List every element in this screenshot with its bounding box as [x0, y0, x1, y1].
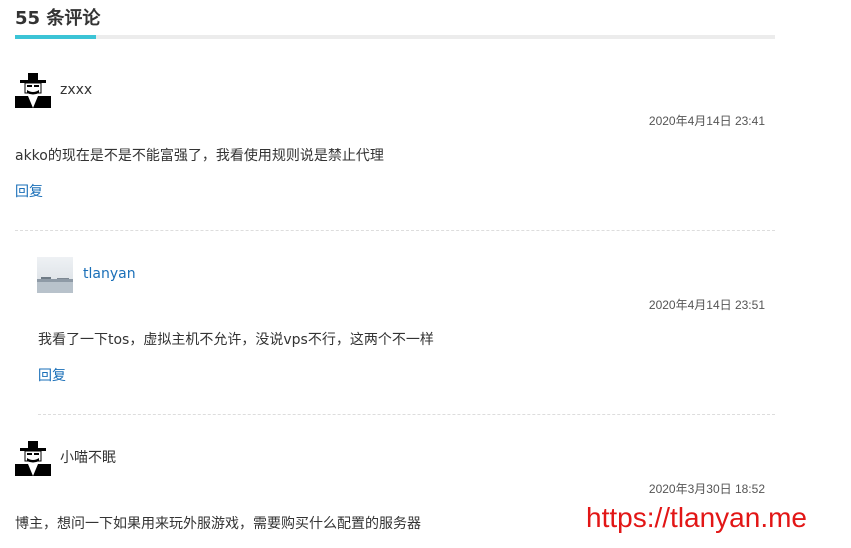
comment-author[interactable]: zxxx [60, 80, 92, 100]
comment-timestamp[interactable]: 2020年3月30日 18:52 [649, 481, 765, 497]
comment-text: 我看了一下tos，虚拟主机不允许，没说vps不行，这两个不一样 [38, 332, 434, 348]
comment-text: akko的现在是不是不能富强了，我看使用规则说是禁止代理 [15, 148, 384, 164]
comments-count-title: 55 条评论 [15, 8, 101, 29]
comment-author-link[interactable]: tlanyan [83, 264, 136, 284]
comment-timestamp[interactable]: 2020年4月14日 23:41 [649, 113, 765, 129]
comment-timestamp[interactable]: 2020年4月14日 23:51 [649, 297, 765, 313]
avatar[interactable] [15, 72, 51, 108]
title-accent-bar [15, 35, 96, 39]
hat-man-avatar-icon [15, 72, 51, 108]
landscape-photo-avatar-icon [37, 257, 73, 293]
avatar[interactable] [15, 440, 51, 476]
comment-author[interactable]: 小喵不眠 [60, 448, 116, 468]
site-url-watermark: https://tlanyan.me [586, 502, 808, 533]
comment-text: 博主，想问一下如果用来玩外服游戏，需要购买什么配置的服务器 [15, 516, 421, 532]
reply-link[interactable]: 回复 [15, 182, 43, 202]
comment-divider [38, 414, 775, 415]
hat-man-avatar-icon [15, 440, 51, 476]
avatar[interactable] [37, 257, 73, 293]
title-underline [15, 35, 775, 39]
reply-link[interactable]: 回复 [38, 366, 66, 386]
comment-divider [15, 230, 775, 231]
